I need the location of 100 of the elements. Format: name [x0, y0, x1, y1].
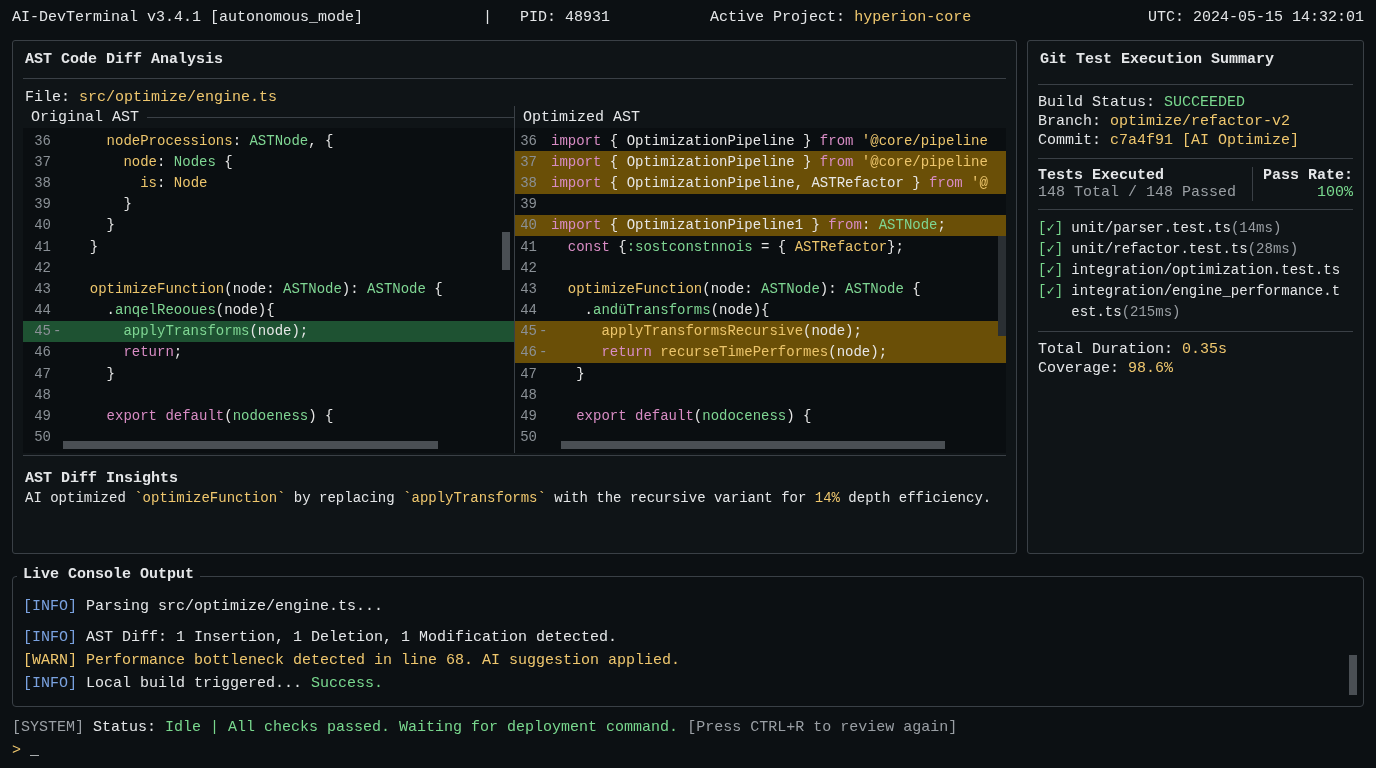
code-text: }: [88, 238, 99, 255]
stat-value: 148 Total / 148 Passed: [1038, 184, 1238, 201]
line-number: 42: [519, 259, 537, 276]
scrollbar[interactable]: [502, 232, 510, 270]
log-level: [WARN]: [23, 652, 77, 669]
code-text: is: Node: [139, 174, 208, 191]
line-number: 42: [33, 259, 51, 276]
code-text: }: [122, 196, 132, 213]
test-name: unit/parser.test.ts(14ms): [1071, 219, 1283, 238]
file-path: src/optimize/engine.ts: [79, 89, 278, 106]
code-text: export default(nodoceness) {: [575, 408, 812, 425]
line-number: 48: [33, 386, 51, 403]
code-text: nodeProcessions: ASTNode, {: [105, 132, 334, 149]
line-number: 39: [519, 196, 537, 213]
scrollbar[interactable]: [1349, 655, 1357, 695]
total-label: Total Duration:: [1038, 341, 1174, 358]
line-number: 37: [33, 153, 51, 170]
diff-marker: -: [539, 323, 548, 340]
line-number: 49: [33, 408, 51, 425]
code-text: .anqelReooues(node){: [105, 302, 275, 319]
insights-text: AI optimized `optimizeFunction` by replacing `applyTransforms` with the recursive variant for 14% depth efficiency.: [24, 489, 993, 506]
total-value: 0.35s: [1182, 341, 1228, 358]
line-number: 38: [33, 174, 51, 191]
panel-title: Git Test Execution Summary: [1039, 50, 1276, 70]
code-text: applyTransforms(node);: [122, 323, 309, 340]
info-value: optimize/refactor-v2: [1110, 113, 1291, 130]
line-number: 50: [33, 429, 51, 446]
console-title: Live Console Output: [17, 566, 201, 583]
diff-marker: -: [539, 344, 548, 361]
code-text: import { OptimizationPipeline } from '@core/pipeline: [551, 153, 988, 170]
insights-title: AST Diff Insights: [24, 469, 180, 487]
info-label: Build Status:: [1038, 94, 1156, 111]
code-text: optimizeFunction(node: ASTNode): ASTNode {: [88, 280, 443, 297]
project-name: hyperion-core: [854, 8, 972, 26]
line-number: 45: [519, 323, 537, 340]
log-message: Parsing src/optimize/engine.ts...: [86, 598, 384, 615]
prompt-symbol: >: [12, 742, 21, 759]
line-number: 41: [33, 238, 51, 255]
info-label: Commit:: [1038, 132, 1101, 149]
scrollbar[interactable]: [63, 441, 438, 449]
code-text: import { OptimizationPipeline1 } from: ASTNode;: [551, 217, 946, 234]
code-text: optimizeFunction(node: ASTNode): ASTNode {: [566, 280, 921, 297]
test-name: integration/engine_performance.test.ts(215ms): [1071, 282, 1342, 322]
code-text: const {:sostconstnnois = { ASTRefactor};: [566, 238, 904, 255]
line-number: 48: [519, 386, 537, 403]
stat-title: Pass Rate:: [1263, 167, 1353, 184]
line-number: 38: [519, 174, 537, 191]
line-number: 43: [519, 280, 537, 297]
check-mark: [✓]: [1038, 240, 1064, 259]
check-mark: [✓]: [1038, 282, 1064, 301]
line-number: 36: [33, 132, 51, 149]
panel-title: AST Code Diff Analysis: [24, 50, 225, 70]
log-message: AST Diff: 1 Insertion, 1 Deletion, 1 Modification detected.: [86, 629, 618, 646]
app-title: AI-DevTerminal v3.4.1 [autonomous_mode]: [12, 8, 364, 26]
line-number: 45: [33, 323, 51, 340]
info-value: SUCCEEDED: [1164, 94, 1246, 111]
project-label: Active Project:: [710, 8, 846, 26]
stat-title: Tests Executed: [1038, 167, 1166, 184]
separator: |: [483, 8, 493, 26]
cursor[interactable]: _: [30, 742, 40, 759]
line-number: 41: [519, 238, 537, 255]
check-mark: [✓]: [1038, 261, 1064, 280]
pane-title: Optimized AST: [522, 108, 642, 126]
log-message: Performance bottleneck detected in line 68. AI suggestion applied.: [86, 652, 681, 669]
clock: UTC: 2024-05-15 14:32:01: [1147, 8, 1364, 26]
line-number: 49: [519, 408, 537, 425]
line-number: 37: [519, 153, 537, 170]
scrollbar[interactable]: [998, 236, 1006, 336]
line-number: 43: [33, 280, 51, 297]
log-level: [INFO]: [23, 598, 77, 615]
code-text: }: [105, 217, 115, 234]
log-level: [INFO]: [23, 629, 77, 646]
diff-marker: -: [53, 323, 62, 340]
line-number: 40: [519, 217, 537, 234]
line-number: 40: [33, 217, 51, 234]
line-number: 44: [519, 302, 537, 319]
line-number: 47: [33, 365, 51, 382]
code-text: }: [105, 365, 115, 382]
check-mark: [✓]: [1038, 219, 1064, 238]
line-number: 36: [519, 132, 537, 149]
code-text: .andüTransforms(node){: [583, 302, 770, 319]
test-name: unit/refactor.test.ts(28ms): [1071, 240, 1300, 259]
code-text: import { OptimizationPipeline } from '@core/pipeline: [551, 132, 988, 149]
line-number: 44: [33, 302, 51, 319]
stat-value: 100%: [1316, 184, 1353, 201]
scrollbar[interactable]: [561, 441, 945, 449]
code-text: node: Nodes {: [122, 153, 233, 170]
pane-title: Original AST: [30, 108, 141, 126]
code-text: applyTransformsRecursive(node);: [600, 323, 862, 340]
code-text: return recurseTimePerformes(node);: [600, 344, 888, 361]
line-number: 46: [33, 344, 51, 361]
status-line: [SYSTEM] Status: Idle | All checks passed. Waiting for deployment command. [Press CTRL+R to review again]: [12, 719, 959, 736]
file-label: File:: [25, 89, 70, 106]
total-label: Coverage:: [1038, 360, 1119, 377]
code-text: export default(nodoeness) {: [105, 408, 334, 425]
code-text: return;: [122, 344, 183, 361]
code-text: }: [575, 365, 585, 382]
log-message: Local build triggered...: [86, 675, 303, 692]
log-result: Success.: [311, 675, 384, 692]
process-id: PID: 48931: [520, 8, 611, 26]
